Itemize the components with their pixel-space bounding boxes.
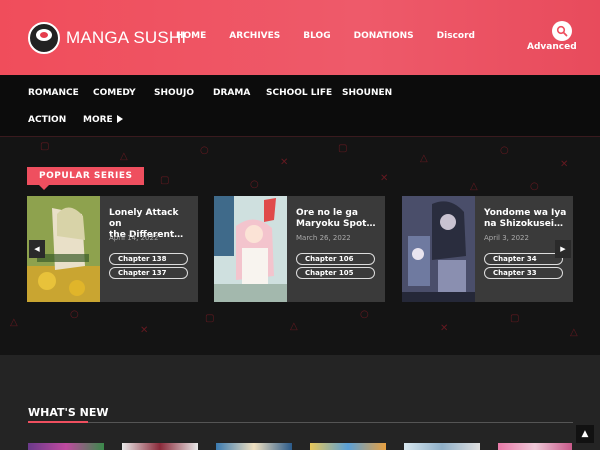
pattern-icon: ✕ (560, 159, 569, 170)
nav-discord[interactable]: Discord (437, 31, 475, 41)
pattern-icon: ✕ (140, 325, 149, 336)
pattern-icon: ○ (250, 179, 259, 190)
chapter-button[interactable]: Chapter 106 (296, 253, 375, 265)
section-divider-accent (28, 421, 88, 423)
cat-school-life[interactable]: SCHOOL LIFE (266, 88, 332, 98)
cat-shoujo[interactable]: SHOUJO (154, 88, 194, 98)
chapter-button[interactable]: Chapter 33 (484, 267, 563, 279)
pattern-icon: ○ (70, 309, 79, 320)
chapter-button[interactable]: Chapter 137 (109, 267, 188, 279)
new-series-thumb[interactable] (122, 443, 198, 450)
cat-action[interactable]: ACTION (28, 115, 66, 125)
slider-prev-button[interactable]: ◀ (29, 240, 45, 258)
series-cover[interactable] (402, 196, 475, 302)
pattern-icon: ▢ (338, 143, 348, 154)
nav-blog[interactable]: BLOG (303, 31, 330, 41)
series-title-line1: Lonely Attack on (109, 208, 179, 229)
cat-shounen[interactable]: SHOUNEN (342, 88, 392, 98)
cover-art-image (402, 196, 475, 302)
series-title-line2: Maryoku Spot… (296, 219, 376, 229)
logo-text: MANGA SUSHI (66, 28, 187, 47)
chapter-button[interactable]: Chapter 105 (296, 267, 375, 279)
pattern-icon: △ (420, 153, 428, 164)
nav-archives[interactable]: ARCHIVES (229, 31, 280, 41)
pattern-icon: ○ (530, 181, 539, 192)
pattern-icon: ○ (360, 309, 369, 320)
scroll-to-top-button[interactable]: ▲ (576, 425, 594, 443)
pattern-icon: ▢ (40, 141, 50, 152)
new-series-thumb[interactable] (498, 443, 572, 450)
site-logo[interactable]: MANGA SUSHI (28, 22, 186, 54)
caret-right-icon (116, 115, 123, 123)
advanced-search-link[interactable]: Advanced (527, 42, 577, 52)
sushi-logo-icon (28, 22, 60, 54)
slider-next-button[interactable]: ▶ (555, 240, 571, 258)
series-title[interactable]: Yondome wa Iya na Shizokusei… (484, 208, 569, 230)
cat-more[interactable]: MORE (83, 115, 123, 125)
pattern-icon: ○ (200, 145, 209, 156)
series-card[interactable]: Lonely Attack on the Different… April 14,… (27, 196, 198, 302)
series-date: March 26, 2022 (296, 234, 351, 242)
pattern-icon: ✕ (440, 323, 449, 334)
cat-romance[interactable]: ROMANCE (28, 88, 79, 98)
main-nav: HOME ARCHIVES BLOG DONATIONS Discord (176, 31, 498, 41)
popular-section: ▢ △ ○ ✕ ▢ △ ○ ✕ ▢ ○ ✕ △ ○ △ ○ ✕ ▢ △ ○ ✕ … (0, 137, 600, 355)
pattern-icon: △ (570, 327, 578, 338)
pattern-icon: ▢ (205, 313, 215, 324)
new-series-thumb[interactable] (404, 443, 480, 450)
chapter-button[interactable]: Chapter 138 (109, 253, 188, 265)
new-series-thumb[interactable] (310, 443, 386, 450)
series-card[interactable]: Ore no le ga Maryoku Spot… March 26, 2022… (214, 196, 385, 302)
series-cover[interactable] (214, 196, 287, 302)
series-title-line2: na Shizokusei… (484, 219, 563, 229)
nav-donations[interactable]: DONATIONS (354, 31, 414, 41)
chevron-left-icon: ◀ (34, 245, 40, 253)
arrow-up-icon: ▲ (581, 429, 589, 439)
series-title[interactable]: Ore no le ga Maryoku Spot… (296, 208, 381, 230)
category-bar: ROMANCE COMEDY SHOUJO DRAMA SCHOOL LIFE … (0, 75, 600, 137)
popular-series-badge: POPULAR SERIES (27, 167, 145, 190)
pattern-icon: △ (10, 317, 18, 328)
cat-comedy[interactable]: COMEDY (93, 88, 136, 98)
nav-home[interactable]: HOME (176, 31, 206, 41)
pattern-icon: ▢ (510, 313, 520, 324)
pattern-icon: △ (290, 321, 298, 332)
series-date: April 14, 2022 (109, 234, 159, 242)
new-series-thumb[interactable] (28, 443, 104, 450)
series-title-line1: Ore no le ga (296, 208, 358, 218)
search-icon (556, 25, 568, 37)
pattern-icon: ▢ (160, 175, 170, 186)
cover-art-image (214, 196, 287, 302)
cat-drama[interactable]: DRAMA (213, 88, 250, 98)
pattern-icon: △ (120, 151, 128, 162)
whats-new-title: WHAT'S NEW (28, 406, 109, 419)
section-divider (28, 422, 573, 423)
chevron-right-icon: ▶ (560, 245, 566, 253)
new-series-thumb[interactable] (216, 443, 292, 450)
series-date: April 3, 2022 (484, 234, 529, 242)
cat-more-label: MORE (83, 115, 113, 125)
series-title-line1: Yondome wa Iya (484, 208, 567, 218)
whats-new-section: WHAT'S NEW ▲ (0, 355, 600, 450)
pattern-icon: △ (470, 181, 478, 192)
series-card[interactable]: Yondome wa Iya na Shizokusei… April 3, 20… (402, 196, 573, 302)
pattern-icon: ✕ (380, 173, 389, 184)
search-button[interactable] (552, 21, 572, 41)
chapter-button[interactable]: Chapter 34 (484, 253, 563, 265)
site-header: MANGA SUSHI HOME ARCHIVES BLOG DONATIONS… (0, 0, 600, 75)
pattern-icon: ○ (500, 145, 509, 156)
pattern-icon: ✕ (280, 157, 289, 168)
